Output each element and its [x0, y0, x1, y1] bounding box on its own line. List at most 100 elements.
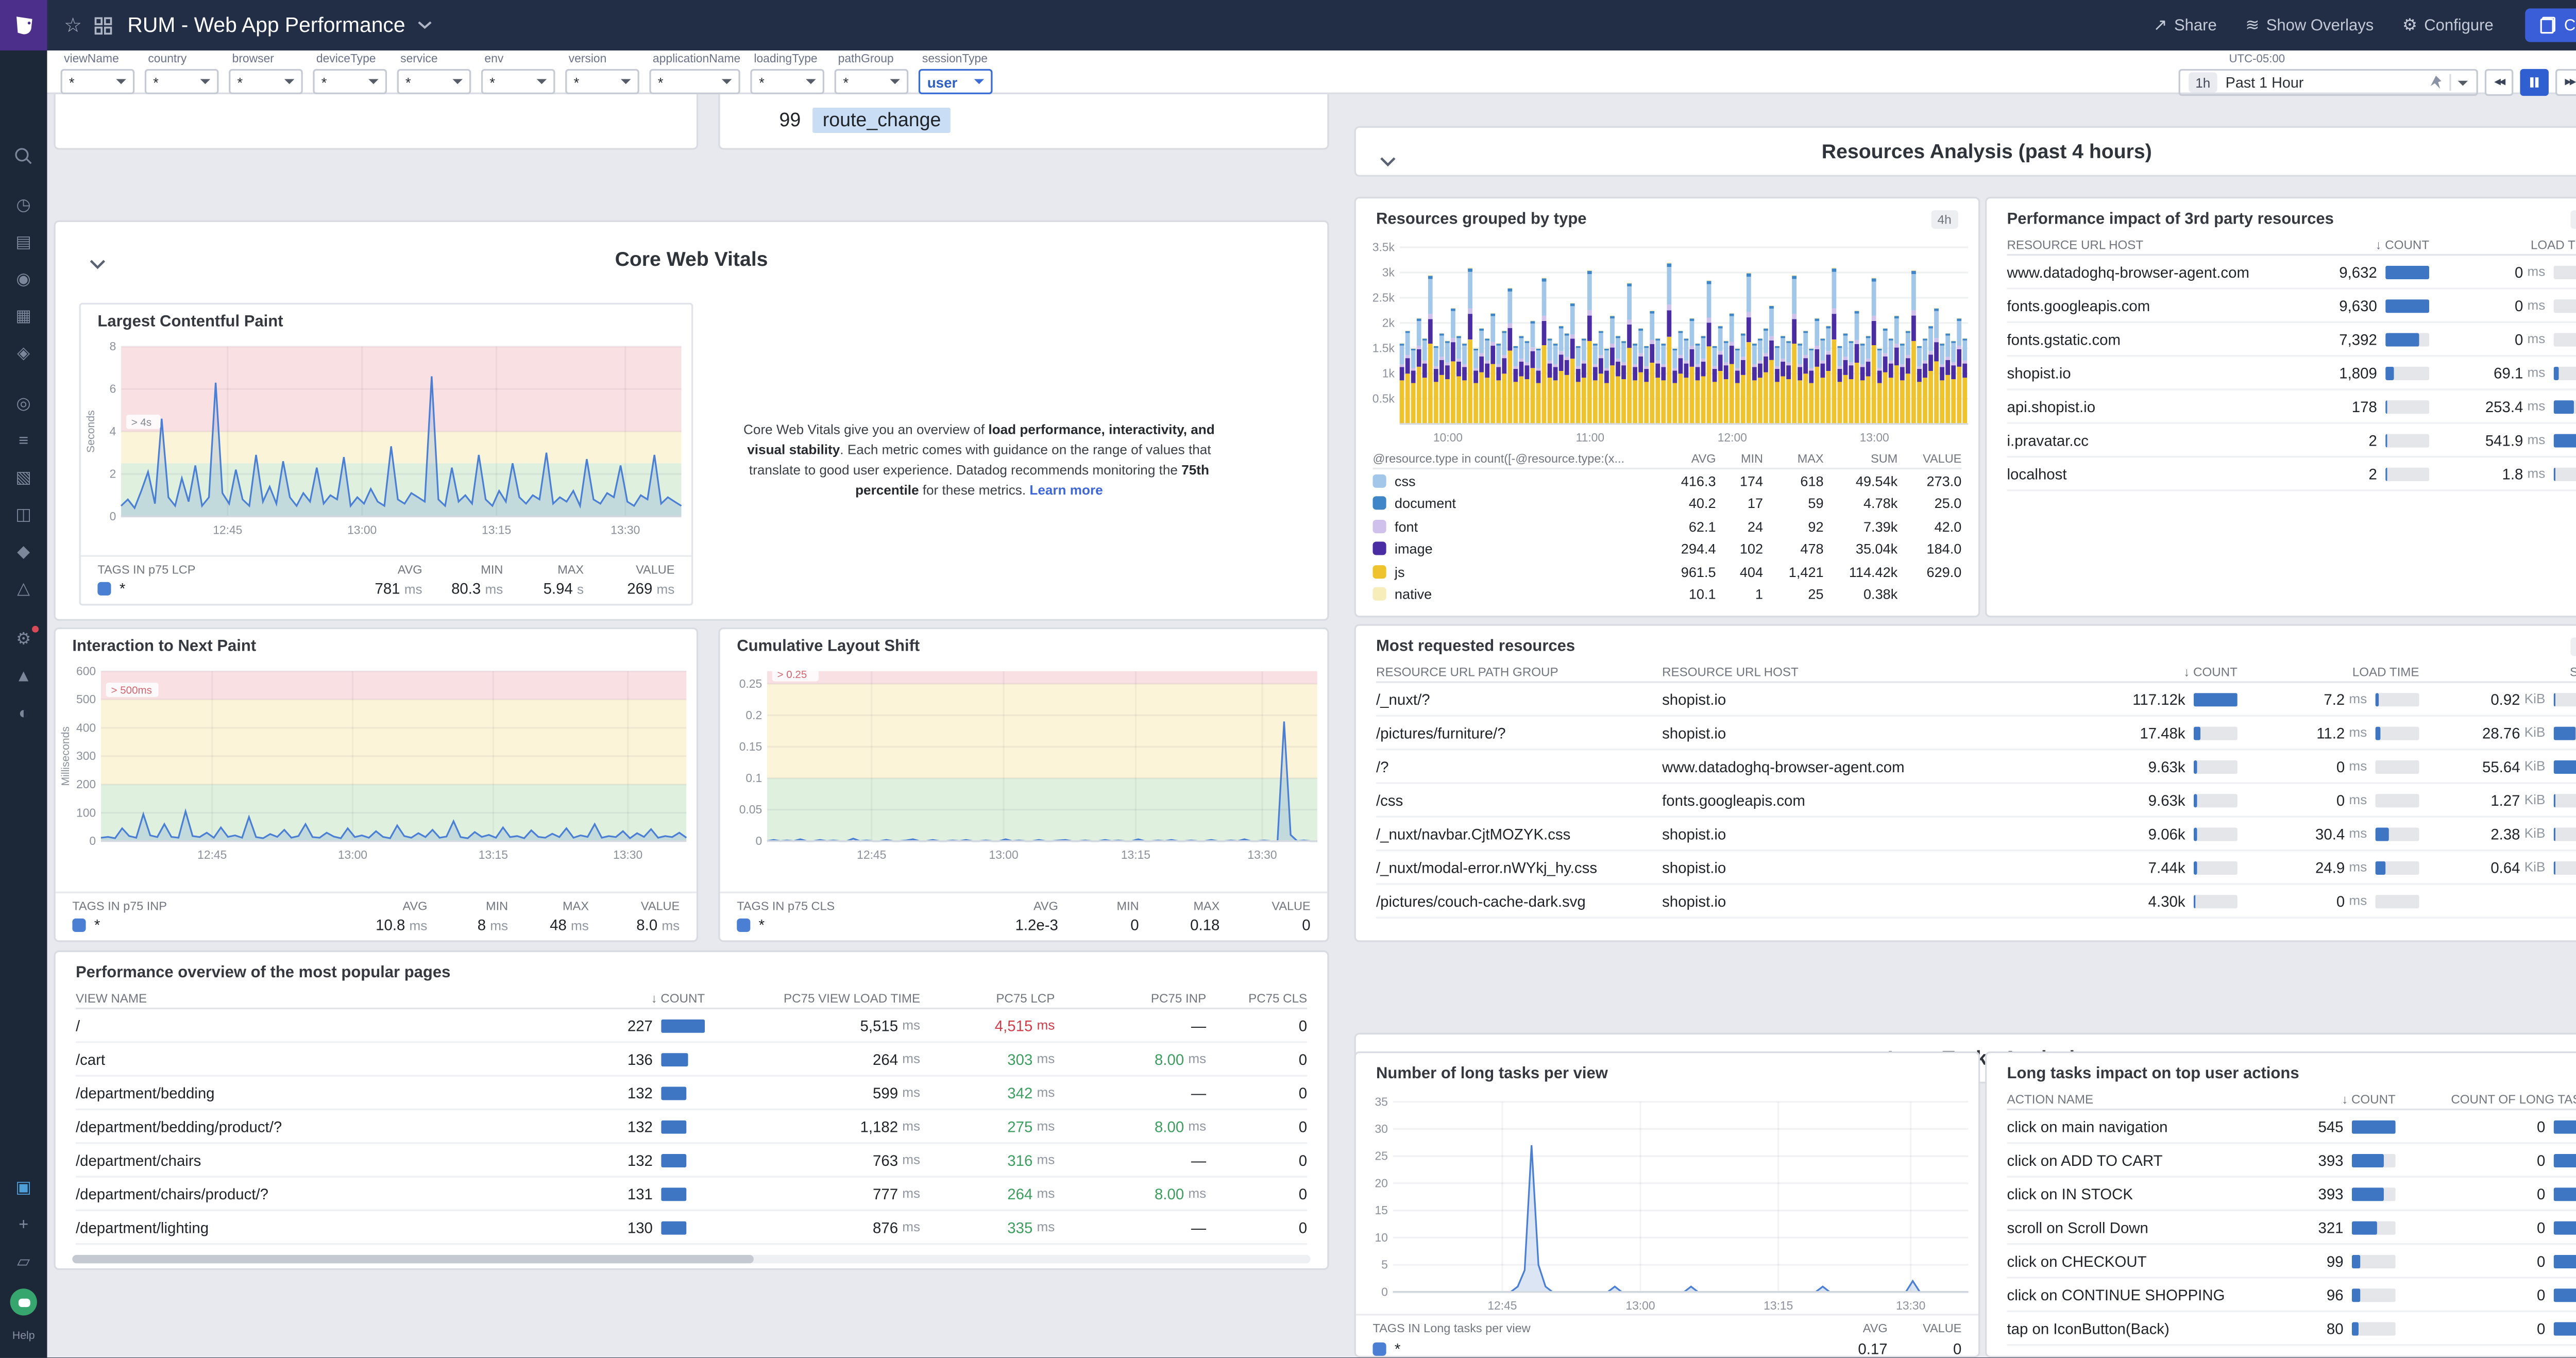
table-row[interactable]: /department/chairs132763ms316ms—0 [76, 1144, 1307, 1177]
long-tasks-chart[interactable]: 0510152025303512:4513:0013:1513:30 [1356, 1089, 1978, 1314]
inp-chart[interactable]: 010020030040050060012:4513:0013:1513:30M… [56, 658, 697, 863]
table-row[interactable]: /department/chairs/product/?131777ms264m… [76, 1178, 1307, 1211]
stats-series-row[interactable]: *0.170 [1372, 1340, 1961, 1357]
table-row[interactable]: shopist.io1,80969.1ms [2007, 357, 2576, 390]
filter-dropdown-service[interactable]: * [397, 69, 471, 94]
dashboard-title[interactable]: RUM - Web App Performance [127, 13, 405, 37]
sidebar-infrastructure-icon[interactable]: ▦ [12, 306, 36, 328]
sidebar-synthetics-icon[interactable]: △ [12, 579, 36, 600]
filter-dropdown-pathGroup[interactable]: * [835, 69, 909, 94]
filter-dropdown-browser[interactable]: * [229, 69, 303, 94]
sidebar-profiling-icon[interactable]: ◐ [12, 703, 36, 725]
table-row[interactable]: scroll on Scroll Down3210 [2007, 1211, 2576, 1245]
table-row[interactable]: /2275,515ms4,515ms—0 [76, 1009, 1307, 1043]
sidebar-history-icon[interactable]: ◷ [12, 195, 36, 217]
table-row[interactable]: www.datadoghq-browser-agent.com9,6320ms [2007, 256, 2576, 289]
filter-dropdown-applicationName[interactable]: * [649, 69, 740, 94]
sidebar-watchdog-icon[interactable]: ◉ [12, 269, 36, 291]
time-step-forward-button[interactable]: ▶▶ [2555, 69, 2576, 96]
filter-dropdown-viewName[interactable]: * [61, 69, 135, 94]
table-row[interactable]: click on main navigation5450 [2007, 1110, 2576, 1144]
share-button[interactable]: ↗Share [2153, 16, 2216, 35]
bar-fill [2554, 726, 2576, 739]
stats-series-row[interactable]: *1.2e-300.180 [737, 917, 1310, 934]
load-time-cell: 69.1ms [2429, 364, 2576, 381]
sidebar-settings-icon[interactable]: ⚙ [12, 629, 36, 651]
configure-button[interactable]: ⚙Configure [2402, 16, 2494, 35]
table-row[interactable]: tap on IconButton(Back)800 [2007, 1312, 2576, 1346]
sidebar-ci-icon[interactable]: ▧ [12, 468, 36, 489]
chevron-down-icon[interactable] [2458, 80, 2468, 85]
time-range-selector[interactable]: 1h Past 1 Hour [2179, 69, 2478, 96]
table-row[interactable]: api.shopist.io178253.4ms [2007, 391, 2576, 424]
sidebar-security-icon[interactable]: ◆ [12, 541, 36, 563]
datadog-logo[interactable] [0, 0, 47, 50]
filter-dropdown-version[interactable]: * [565, 69, 639, 94]
lcp-chart[interactable]: 0246812:4513:0013:1513:30Seconds> 4s [81, 333, 691, 538]
sidebar-logs-icon[interactable]: ≡ [12, 431, 36, 452]
sidebar-recent-pages-icon[interactable]: ▱ [12, 1251, 36, 1273]
sidebar-integrations-icon[interactable]: ◫ [12, 505, 36, 527]
time-range-chip[interactable]: 1h [2189, 72, 2217, 92]
table-row[interactable]: /cssfonts.googleapis.com9.63k0ms1.27KiB [1376, 784, 2576, 818]
table-row[interactable]: fonts.gstatic.com7,3920ms [2007, 323, 2576, 357]
help-chat-button[interactable] [10, 1288, 37, 1315]
show-overlays-button[interactable]: ≋Show Overlays [2245, 16, 2374, 35]
legend-row[interactable]: image294.410247835.04k184.0 [1372, 537, 1961, 560]
favorite-star-icon[interactable]: ☆ [64, 13, 82, 37]
table-row[interactable]: click on ADD TO CART3930 [2007, 1144, 2576, 1177]
table-row[interactable]: /department/lighting130876ms335ms—0 [76, 1211, 1307, 1245]
dashboard-grid-icon[interactable] [94, 16, 112, 35]
filter-dropdown-deviceType[interactable]: * [313, 69, 387, 94]
title-chevron-down-icon[interactable] [417, 20, 432, 30]
toplist-label[interactable]: route_change [812, 108, 951, 133]
cls-chart[interactable]: 00.050.10.150.20.2512:4513:0013:1513:30>… [720, 658, 1328, 863]
legend-row[interactable]: font62.124927.39k42.0 [1372, 515, 1961, 537]
table-row[interactable]: /?www.datadoghq-browser-agent.com9.63k0m… [1376, 750, 2576, 784]
table-row[interactable]: i.pravatar.cc2541.9ms [2007, 424, 2576, 457]
sidebar-monitors-icon[interactable]: ▲ [12, 666, 36, 688]
legend-row[interactable]: document40.217594.78k25.0 [1372, 492, 1961, 515]
table-row[interactable]: fonts.googleapis.com9,6300ms [2007, 290, 2576, 323]
sidebar-notebooks-icon[interactable]: ▣ [12, 1178, 36, 1199]
bar-fill [2194, 692, 2238, 706]
filter-dropdown-loadingType[interactable]: * [751, 69, 825, 94]
collapse-chevron-icon[interactable] [89, 251, 106, 275]
learn-more-link[interactable]: Learn more [1029, 483, 1103, 498]
pause-live-button[interactable] [2520, 69, 2549, 96]
legend-row[interactable]: native10.11250.38k [1372, 583, 1961, 605]
sidebar-search-icon[interactable] [12, 145, 36, 166]
sidebar-metrics-icon[interactable]: ▤ [12, 232, 36, 254]
sidebar-rum-icon[interactable]: ◎ [12, 394, 36, 415]
table-row[interactable]: /pictures/furniture/?shopist.io17.48k11.… [1376, 717, 2576, 750]
table-row[interactable]: click on CHECKOUT990 [2007, 1245, 2576, 1278]
collapse-chevron-icon[interactable] [1380, 148, 1397, 172]
scrollbar-thumb[interactable] [72, 1255, 753, 1263]
table-row[interactable]: /_nuxt/?shopist.io117.12k7.2ms0.92KiB [1376, 683, 2576, 717]
sidebar-quick-add-icon[interactable]: + [12, 1215, 36, 1236]
legend-row[interactable]: css416.317461849.54k273.0 [1372, 469, 1961, 492]
cell-value: 2 [2368, 432, 2377, 449]
stats-series-row[interactable]: *10.8ms8ms48ms8.0ms [72, 917, 680, 934]
clone-button[interactable]: Clone [2526, 8, 2576, 42]
table-row[interactable]: /cart136264ms303ms8.00ms0 [76, 1043, 1307, 1076]
horizontal-scrollbar[interactable] [72, 1255, 1310, 1263]
table-row[interactable]: /pictures/couch-cache-dark.svgshopist.io… [1376, 885, 2576, 919]
stats-series-row[interactable]: *781ms80.3ms5.94s269ms [97, 581, 674, 598]
sidebar-apm-icon[interactable]: ◈ [12, 343, 36, 365]
table-row[interactable]: /department/bedding/product/?1321,182ms2… [76, 1110, 1307, 1144]
filter-dropdown-country[interactable]: * [145, 69, 219, 94]
pin-icon[interactable] [2429, 75, 2443, 90]
time-step-back-button[interactable]: ◀◀ [2485, 69, 2514, 96]
resources-stacked-chart[interactable]: 0.5k1k1.5k2k2.5k3k3.5k10:0011:0012:0013:… [1356, 234, 1978, 446]
table-row[interactable]: /_nuxt/modal-error.nWYkj_hy.cssshopist.i… [1376, 851, 2576, 885]
table-row[interactable]: click on CONTINUE SHOPPING960 [2007, 1279, 2576, 1312]
table-row[interactable]: localhost21.8ms [2007, 457, 2576, 491]
filter-dropdown-env[interactable]: * [481, 69, 555, 94]
table-row[interactable]: /department/bedding132599ms342ms—0 [76, 1077, 1307, 1110]
legend-row[interactable]: js961.54041,421114.42k629.0 [1372, 560, 1961, 583]
help-label: Help [12, 1331, 35, 1343]
filter-dropdown-sessionType[interactable]: user [919, 69, 993, 94]
table-row[interactable]: /_nuxt/navbar.CjtMOZYK.cssshopist.io9.06… [1376, 818, 2576, 851]
table-row[interactable]: click on IN STOCK3930 [2007, 1178, 2576, 1211]
